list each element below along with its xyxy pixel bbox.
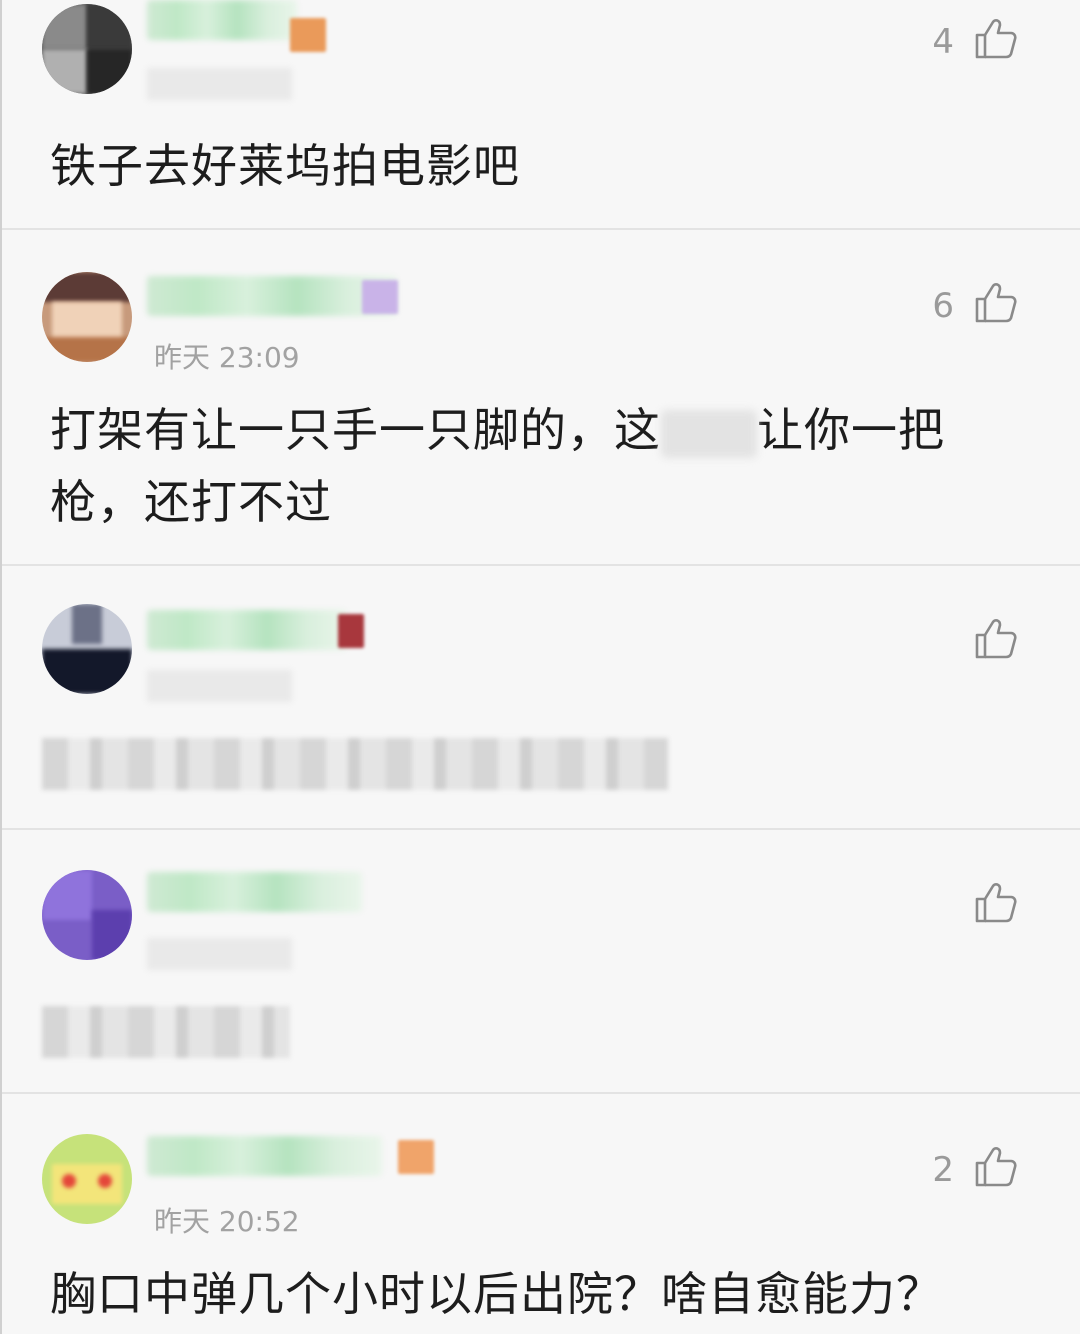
thumbs-up-icon[interactable] xyxy=(974,618,1018,660)
like-count: 2 xyxy=(932,1150,954,1190)
username-blurred[interactable] xyxy=(147,872,362,912)
avatar[interactable] xyxy=(42,604,132,694)
comment-item: 4 铁子去好莱坞拍电影吧 xyxy=(2,0,1080,228)
avatar[interactable] xyxy=(42,1134,132,1224)
username-blurred[interactable] xyxy=(147,276,397,316)
avatar[interactable] xyxy=(42,870,132,960)
comment-item: 昨天 23:09 6 打架有让一只手一只脚的，这 让你一把枪，还打不过 xyxy=(2,230,1080,564)
user-badge xyxy=(362,280,398,314)
like-count: 4 xyxy=(932,22,954,62)
redacted-text xyxy=(661,409,757,458)
user-badge xyxy=(338,614,364,648)
thumbs-up-icon[interactable] xyxy=(974,282,1018,324)
timestamp: 昨天 20:52 xyxy=(154,1205,300,1238)
avatar[interactable] xyxy=(42,272,132,362)
timestamp: 昨天 23:09 xyxy=(154,341,300,374)
comment-text: 铁子去好莱坞拍电影吧 xyxy=(50,139,520,193)
comment-item xyxy=(2,830,1080,1092)
timestamp-blurred xyxy=(147,938,292,970)
user-badge xyxy=(290,18,326,52)
user-badge xyxy=(398,1140,434,1174)
comment-feed: 4 铁子去好莱坞拍电影吧 昨天 23:09 6 打架有让一只手一只脚的，这 让你一… xyxy=(0,0,1080,1334)
thumbs-up-icon[interactable] xyxy=(974,1146,1018,1188)
comment-text-blurred xyxy=(42,1006,290,1058)
avatar[interactable] xyxy=(42,4,132,94)
username-blurred[interactable] xyxy=(147,0,297,40)
comment-item: 昨天 20:52 2 胸口中弹几个小时以后出院？啥自愈能力？ xyxy=(2,1094,1080,1334)
thumbs-up-icon[interactable] xyxy=(974,18,1018,60)
timestamp-blurred xyxy=(147,68,292,100)
timestamp-blurred xyxy=(147,670,292,702)
comment-item xyxy=(2,566,1080,828)
username-blurred[interactable] xyxy=(147,1136,382,1176)
comment-text: 打架有让一只手一只脚的，这 让你一把枪，还打不过 xyxy=(50,394,972,538)
comment-text-blurred xyxy=(42,738,668,790)
like-count: 6 xyxy=(932,286,954,326)
comment-text-part: 打架有让一只手一只脚的，这 xyxy=(50,403,661,457)
username-blurred[interactable] xyxy=(147,610,347,650)
comment-text: 胸口中弹几个小时以后出院？啥自愈能力？ xyxy=(50,1267,943,1321)
thumbs-up-icon[interactable] xyxy=(974,882,1018,924)
